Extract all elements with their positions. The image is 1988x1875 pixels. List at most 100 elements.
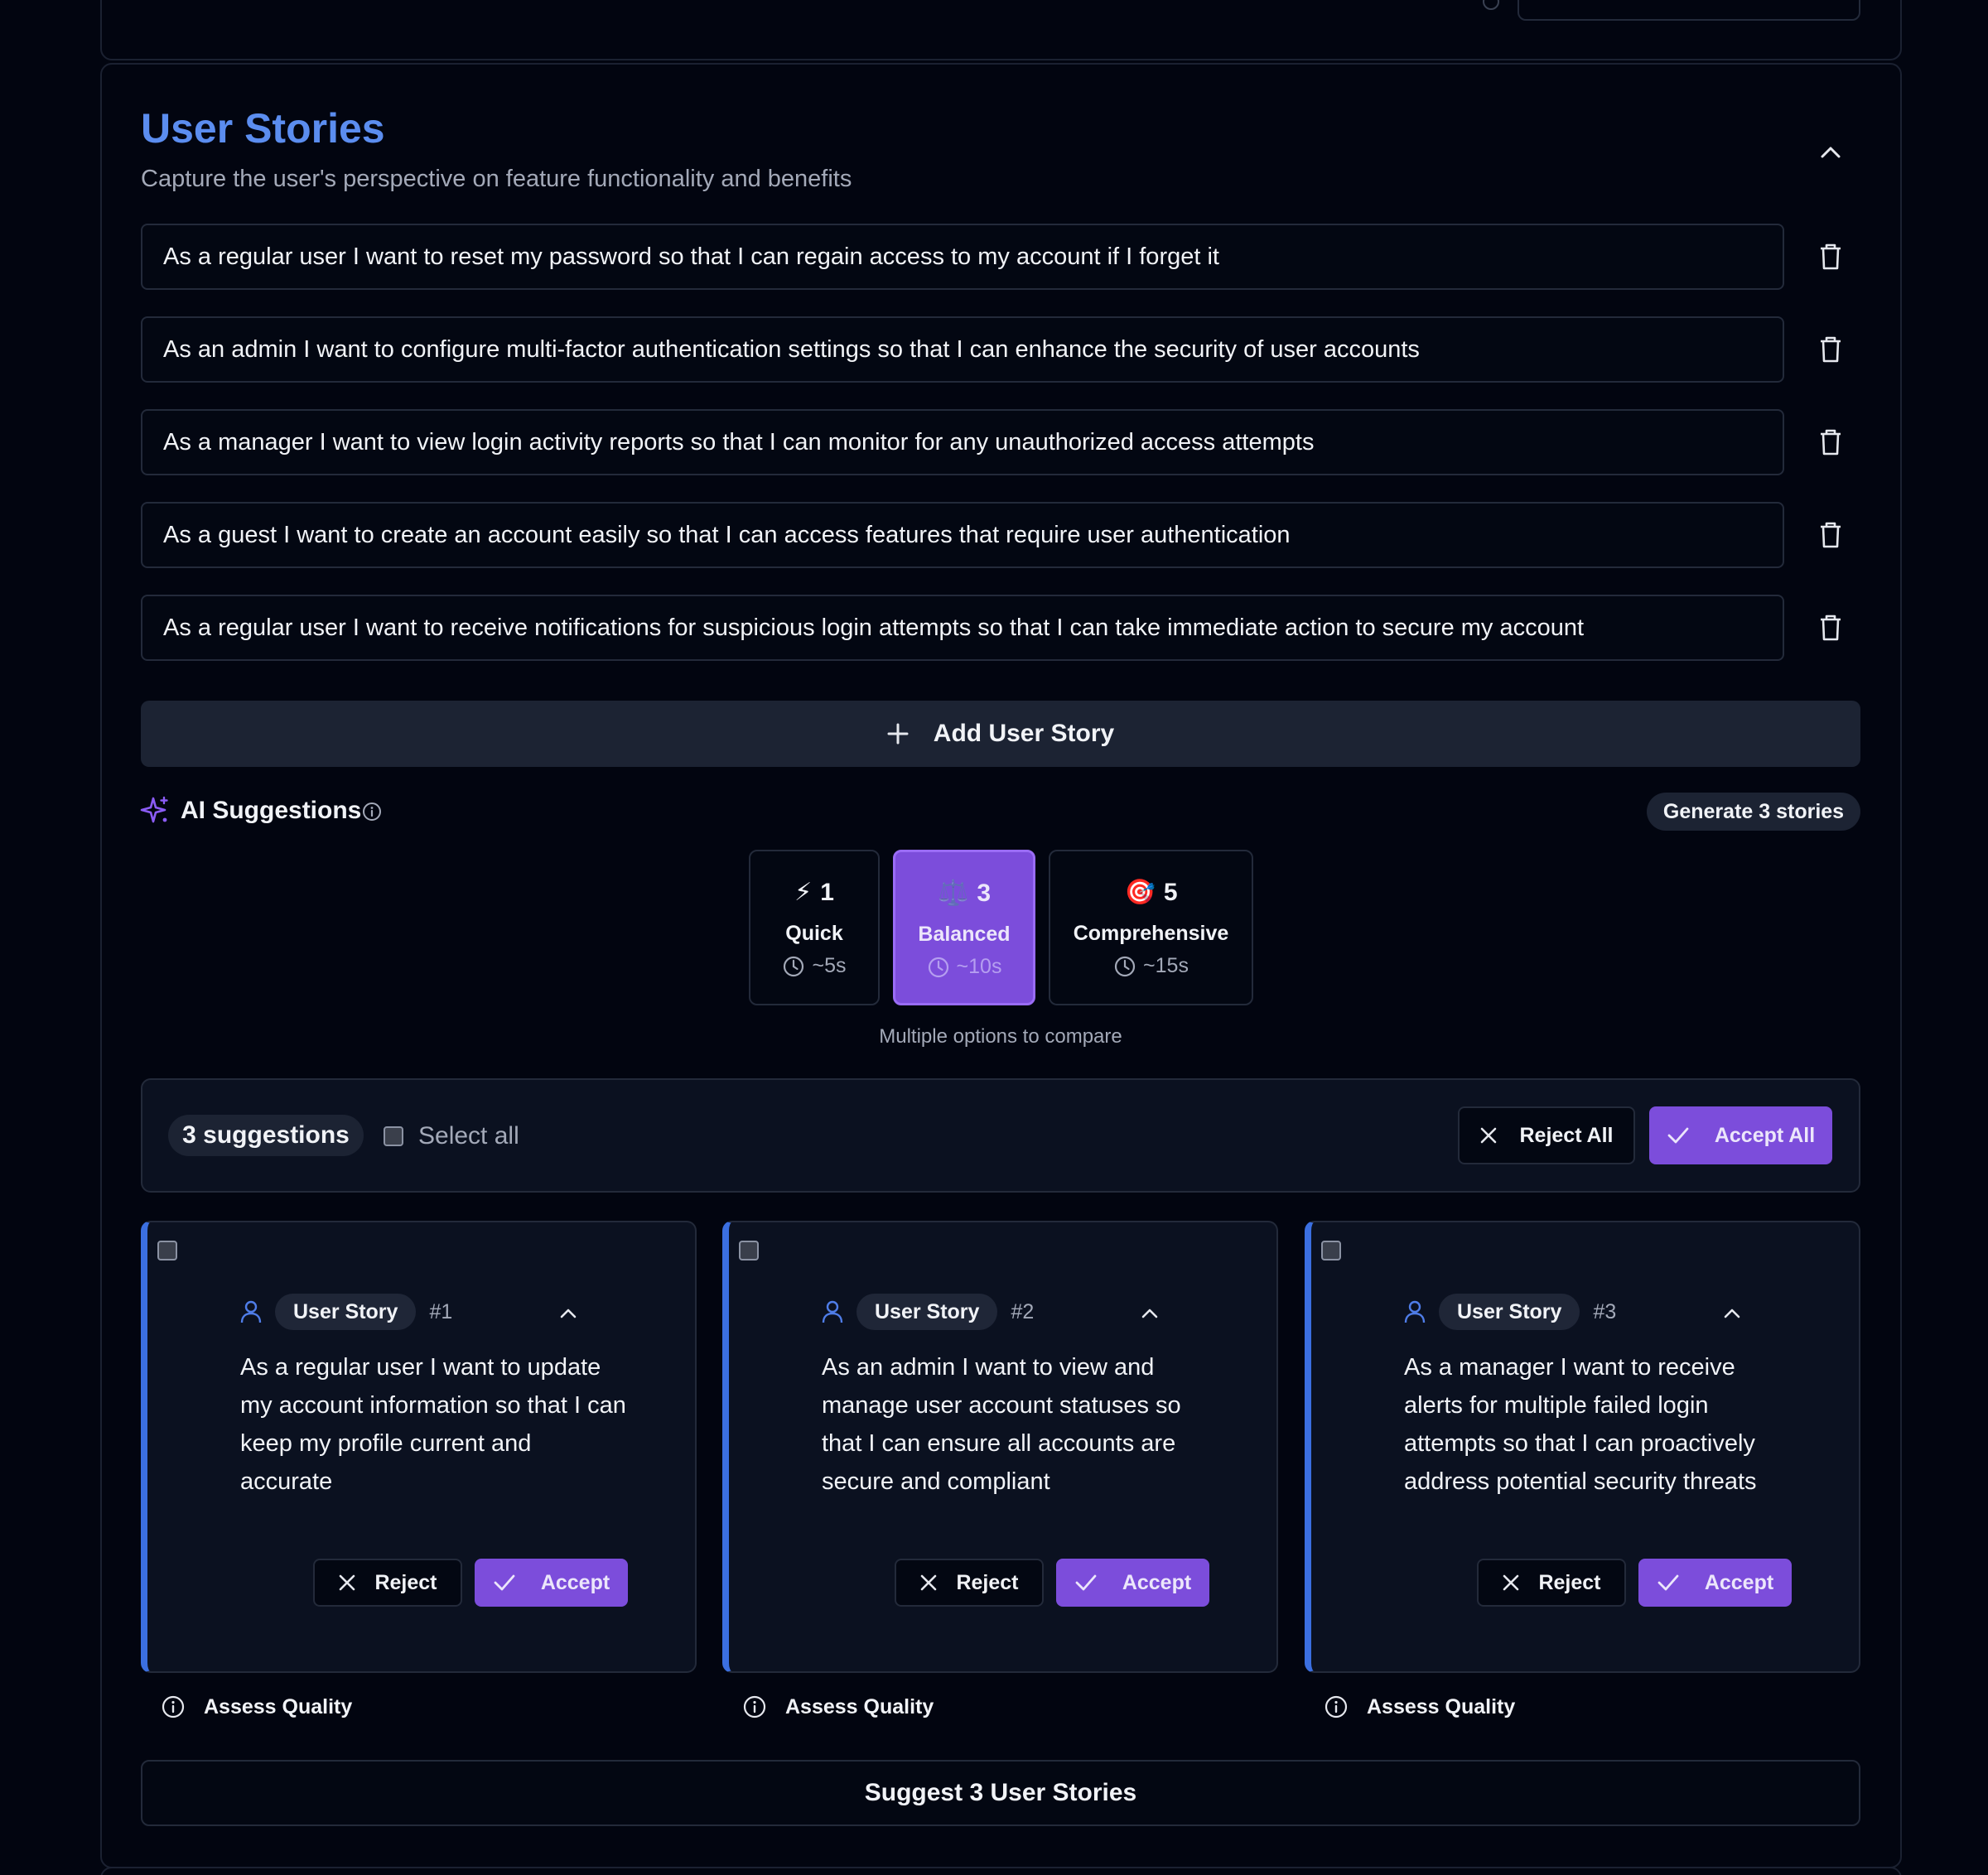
suggestion-text: As an admin I want to view and manage us… — [822, 1354, 1181, 1495]
trash-icon — [1821, 243, 1841, 270]
check-icon — [1657, 1574, 1679, 1591]
mode-count: 3 — [977, 879, 992, 907]
mode-time: ~15s — [1143, 954, 1189, 977]
delete-story-button[interactable] — [1811, 422, 1850, 462]
accept-button[interactable]: Accept — [1056, 1559, 1209, 1607]
story-text: As an admin I want to configure multi-fa… — [163, 335, 1420, 363]
select-all-label[interactable]: Select all — [418, 1122, 519, 1150]
chevron-up-icon — [1724, 1309, 1740, 1318]
section-title: User Stories — [141, 105, 385, 152]
chevron-up-icon — [1141, 1309, 1158, 1318]
accept-all-button[interactable]: Accept All — [1649, 1106, 1832, 1164]
collapse-suggestion-button[interactable] — [1717, 1299, 1747, 1328]
close-icon — [1503, 1574, 1519, 1591]
generate-stories-button[interactable]: Generate 3 stories — [1647, 793, 1860, 831]
reject-all-label: Reject All — [1519, 1123, 1614, 1147]
user-icon — [240, 1300, 262, 1323]
suggestion-card: User Story #3 As a manager I want to rec… — [1305, 1221, 1860, 1673]
mode-time: ~5s — [812, 954, 847, 977]
mode-name: Comprehensive — [1073, 922, 1229, 945]
story-input[interactable]: As a regular user I want to reset my pas… — [141, 224, 1784, 290]
reject-label: Reject — [956, 1570, 1019, 1594]
assess-quality-label: Assess Quality — [204, 1694, 353, 1718]
reject-button[interactable]: Reject — [313, 1559, 462, 1607]
assess-quality-label: Assess Quality — [1367, 1694, 1516, 1718]
mode-name: Quick — [785, 922, 843, 945]
trash-icon — [1821, 429, 1841, 455]
mode-time: ~10s — [956, 955, 1002, 978]
check-icon — [1667, 1127, 1689, 1144]
ai-suggestions-label: AI Suggestions — [181, 797, 362, 824]
select-all-checkbox[interactable] — [384, 1126, 403, 1146]
check-icon — [1075, 1574, 1097, 1591]
chevron-up-icon — [560, 1309, 577, 1318]
scale-icon: ⚖️ — [937, 880, 969, 907]
suggestion-checkbox[interactable] — [157, 1241, 177, 1260]
accept-all-label: Accept All — [1714, 1123, 1816, 1147]
delete-story-button[interactable] — [1811, 515, 1850, 555]
suggestion-card: User Story #1 As a regular user I want t… — [141, 1221, 697, 1673]
reject-all-button[interactable]: Reject All — [1458, 1106, 1635, 1164]
assess-quality-button[interactable]: Assess Quality — [1324, 1694, 1515, 1719]
accept-label: Accept — [1704, 1570, 1774, 1594]
trash-icon — [1821, 336, 1841, 363]
story-input[interactable]: As a regular user I want to receive noti… — [141, 595, 1784, 661]
assess-quality-button[interactable]: Assess Quality — [742, 1694, 934, 1719]
suggestion-card: User Story #2 As an admin I want to view… — [722, 1221, 1278, 1673]
suggestion-number: #2 — [1011, 1299, 1035, 1323]
collapse-suggestion-button[interactable] — [1135, 1299, 1165, 1328]
clock-icon — [928, 957, 948, 977]
check-icon — [494, 1574, 515, 1591]
suggestion-number: #1 — [429, 1299, 453, 1323]
info-icon — [1325, 1695, 1348, 1718]
accept-button[interactable]: Accept — [1638, 1559, 1792, 1607]
lightning-icon: ⚡ — [794, 879, 813, 906]
reject-button[interactable]: Reject — [895, 1559, 1044, 1607]
plus-icon — [887, 723, 909, 745]
assess-quality-button[interactable]: Assess Quality — [161, 1694, 352, 1719]
trash-icon — [1821, 522, 1841, 548]
mode-count: 1 — [820, 878, 834, 906]
story-text: As a guest I want to create an account e… — [163, 521, 1291, 548]
suggestion-number: #3 — [1593, 1299, 1617, 1323]
story-text: As a manager I want to view login activi… — [163, 428, 1315, 455]
delete-story-button[interactable] — [1811, 237, 1850, 277]
mode-description: Multiple options to compare — [879, 1025, 1122, 1048]
suggestion-checkbox[interactable] — [1321, 1241, 1341, 1260]
accept-button[interactable]: Accept — [475, 1559, 628, 1607]
story-input[interactable]: As a guest I want to create an account e… — [141, 502, 1784, 568]
info-icon — [743, 1695, 766, 1718]
clock-icon — [1114, 956, 1136, 976]
clock-icon — [784, 956, 804, 976]
next-section-card — [100, 1867, 1902, 1875]
mode-comprehensive-option[interactable]: 🎯 5 Comprehensive ~15s — [1049, 850, 1253, 1005]
close-icon — [921, 1574, 937, 1591]
story-input[interactable]: As a manager I want to view login activi… — [141, 409, 1784, 475]
delete-story-button[interactable] — [1811, 608, 1850, 648]
mode-quick-option[interactable]: ⚡ 1 Quick ~5s — [749, 850, 880, 1005]
reject-label: Reject — [1538, 1570, 1601, 1594]
suggestion-checkbox[interactable] — [739, 1241, 759, 1260]
trash-icon — [1821, 615, 1841, 641]
collapse-suggestion-button[interactable] — [553, 1299, 583, 1328]
add-user-story-button[interactable]: Add User Story — [141, 701, 1860, 767]
mode-balanced-option[interactable]: ⚖️ 3 Balanced ~10s — [893, 850, 1035, 1005]
delete-story-button[interactable] — [1811, 330, 1850, 369]
reject-button[interactable]: Reject — [1477, 1559, 1626, 1607]
assess-quality-label: Assess Quality — [785, 1694, 934, 1718]
story-input[interactable]: As an admin I want to configure multi-fa… — [141, 316, 1784, 383]
suggestion-text: As a manager I want to receive alerts fo… — [1404, 1354, 1757, 1495]
add-user-story-label: Add User Story — [933, 720, 1115, 747]
suggestion-type-badge: User Story — [275, 1294, 417, 1330]
section-subtitle: Capture the user's perspective on featur… — [141, 166, 852, 192]
mode-count: 5 — [1163, 878, 1178, 906]
suggest-user-stories-button[interactable]: Suggest 3 User Stories — [141, 1760, 1860, 1826]
collapse-section-button[interactable] — [1811, 133, 1850, 172]
suggestion-type-badge: User Story — [1439, 1294, 1580, 1330]
info-icon — [162, 1695, 185, 1718]
previous-section-button[interactable] — [1518, 0, 1860, 21]
suggestion-type-badge: User Story — [856, 1294, 998, 1330]
reject-label: Reject — [374, 1570, 437, 1594]
sparkle-icon — [140, 796, 168, 823]
info-icon[interactable] — [361, 801, 383, 822]
